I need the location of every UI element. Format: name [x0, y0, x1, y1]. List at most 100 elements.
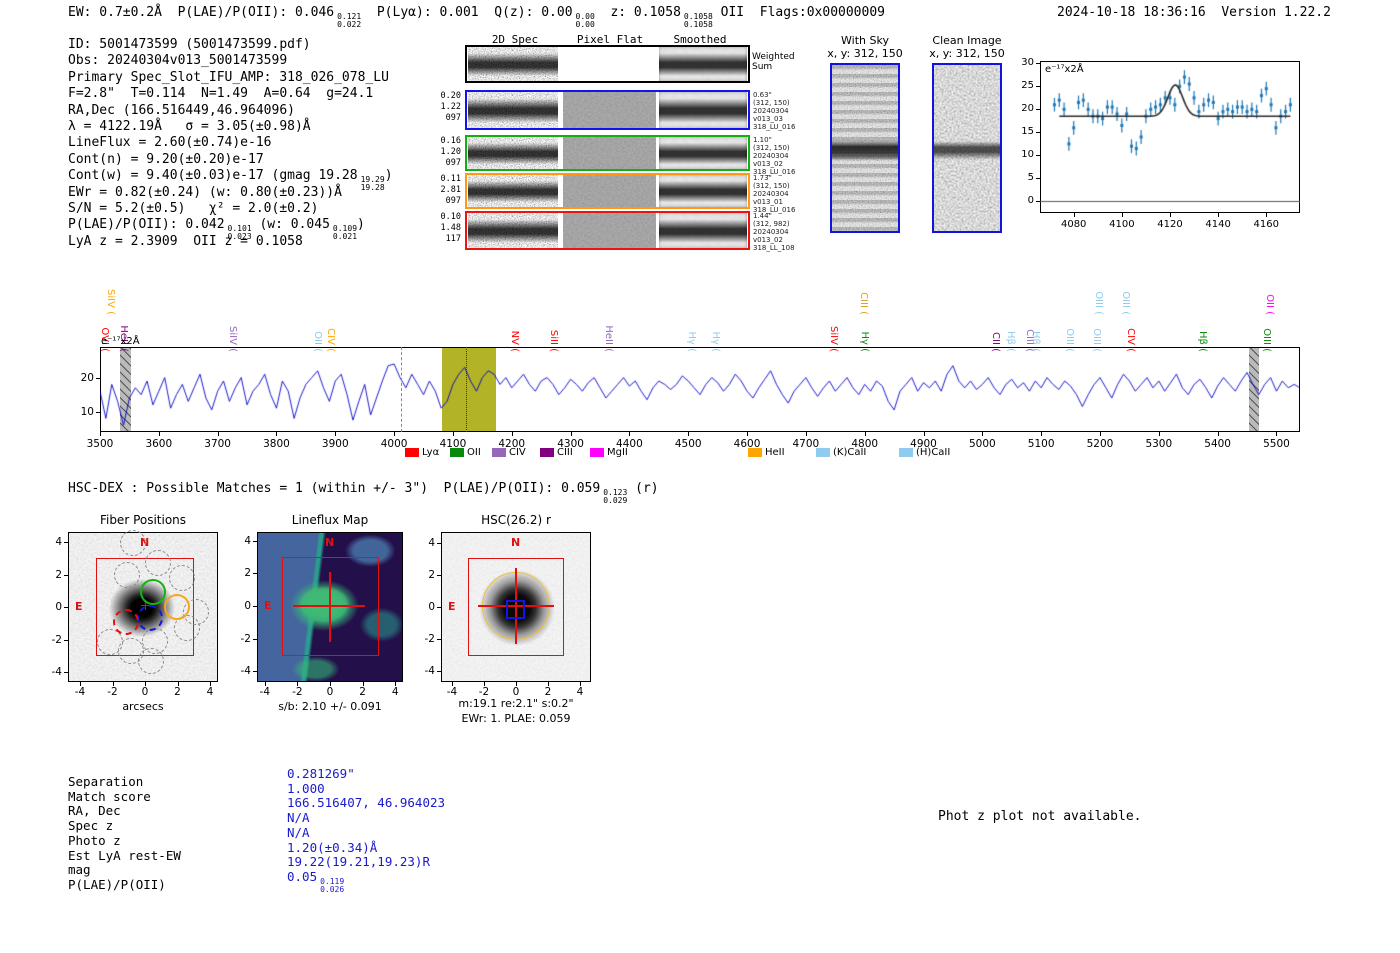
right-label-line: 20240304 — [753, 152, 789, 160]
spec2d-cell-raw — [468, 47, 558, 81]
y-tick-label: 0 — [55, 601, 62, 613]
text-segment: F=2.8" T=0.114 N=1.49 A=0.64 g=24.1 — [68, 86, 374, 102]
fiber-circle-gray — [114, 562, 140, 588]
spec2d-cell-smoothed — [659, 213, 747, 248]
lineflux-xlabel: s/b: 2.10 +/- 0.091 — [278, 700, 382, 713]
emission-line-label: CIV ( — [325, 328, 337, 352]
left-label-line: 1.22 — [440, 102, 461, 112]
match-table-value: N/A — [287, 810, 310, 825]
left-label-line: 0.20 — [440, 91, 461, 101]
stacked-fraction: 0.109 0.021 — [333, 225, 357, 241]
right-label-line: 20240304 — [753, 190, 789, 198]
info-line: S/N = 5.2(±0.5) χ² = 2.0(±0.2) — [68, 201, 318, 216]
dark-band-overlay — [659, 47, 747, 81]
x-tick-mark — [511, 432, 513, 436]
right-label-line: 318_LU_016 — [753, 123, 796, 131]
y-tick-label: 0 — [428, 601, 435, 613]
legend-label: CIV — [509, 447, 526, 458]
spec2d-cell-pixelflat — [563, 175, 656, 207]
text-segment: 0.05 — [287, 868, 318, 884]
x-tick-label: -4 — [74, 686, 86, 698]
text-segment: LineFlux = 2.60(±0.74)e-16 — [68, 135, 272, 151]
x-tick-label: 4 — [391, 686, 399, 698]
spec2d-cell-raw — [468, 175, 558, 207]
y-tick-mark — [253, 638, 257, 640]
y-tick-label: 0 — [1027, 195, 1034, 207]
legend-label: OII — [467, 447, 481, 458]
text-segment: EWr = 0.82(±0.24) (w: 0.80(±0.23))Å — [68, 184, 342, 200]
y-tick-label: 5 — [1027, 172, 1034, 184]
spec2d-row-right-label: 0.63" (312, 150) 20240304 v013_03 318_LU_016 — [753, 91, 795, 131]
y-tick-label: 30 — [1021, 57, 1034, 69]
spec2d-cell-smoothed — [659, 175, 747, 207]
x-tick-mark — [158, 432, 160, 436]
fiber-circle-gray — [145, 550, 171, 576]
y-tick-label: 15 — [1021, 126, 1034, 138]
left-label-line: 117 — [445, 234, 461, 244]
x-tick-mark — [570, 432, 572, 436]
y-tick-label: 4 — [244, 534, 251, 547]
clean-image-title: Clean Image — [932, 34, 1002, 47]
stacked-fraction: 0.121 0.022 — [337, 13, 361, 29]
y-tick-mark — [437, 575, 441, 576]
x-tick-label: 4140 — [1205, 219, 1231, 230]
x-tick-label: -2 — [292, 686, 303, 698]
inset-spectrum-canvas — [1040, 61, 1300, 213]
match-table-label: RA, Dec — [68, 803, 121, 819]
left-label-line: 1.48 — [440, 223, 461, 233]
x-tick-mark — [982, 432, 984, 436]
x-tick-label: 5500 — [1263, 438, 1290, 450]
info-line: λ = 4122.19Å σ = 3.05(±0.98)Å — [68, 119, 311, 134]
spec2d-row-left-label: 0.20 1.22 097 — [421, 91, 461, 124]
left-label-line: 097 — [445, 158, 461, 168]
legend-swatch — [816, 448, 830, 457]
text-segment: z: 0.1058 — [594, 5, 681, 20]
y-tick-label: -2 — [240, 632, 251, 645]
fraction-lower: 0.021 — [332, 232, 358, 242]
match-table-value: 19.22(19.21,19.23)R — [287, 854, 430, 869]
y-tick-mark — [64, 672, 68, 673]
with-sky-image — [830, 63, 900, 233]
y-tick-mark — [1036, 201, 1040, 203]
x-tick-mark — [335, 432, 337, 436]
right-label-line: v013_03 — [753, 115, 783, 123]
dark-band-overlay — [659, 137, 747, 169]
left-label-line: 097 — [445, 113, 461, 123]
compass-east: E — [264, 599, 272, 612]
right-label-line: v013_02 — [753, 236, 783, 244]
text-segment: EW: 0.7±0.2Å P(LAE)/P(OII): 0.046 — [68, 5, 335, 20]
fiber-xlabel: arcsecs — [122, 700, 164, 713]
x-tick-label: 5000 — [968, 438, 996, 450]
text-segment: Primary Spec_Slot_IFU_AMP: 318_026_078_L… — [68, 69, 389, 85]
fiber-circle-colored — [113, 609, 139, 635]
right-label-line: (312, 150) — [753, 99, 790, 107]
y-tick-mark — [96, 411, 100, 413]
text-segment: LyA z = 2.3909 OII z = 0.1058 — [68, 233, 303, 249]
compass-east: E — [75, 600, 83, 613]
legend-swatch — [492, 448, 506, 457]
x-tick-label: 4160 — [1253, 219, 1279, 230]
emission-line-label: OIII ( — [1064, 328, 1075, 352]
spec2d-cell-raw — [468, 137, 558, 169]
hsc-r-title: HSC(26.2) r — [481, 513, 551, 527]
crosshair-v — [329, 572, 331, 642]
x-tick-mark — [100, 432, 101, 436]
legend-label: (H)CaII — [916, 447, 951, 458]
elixer-report-page: EW: 0.7±0.2Å P(LAE)/P(OII): 0.046 0.121 0.… — [0, 0, 1400, 953]
timestamp-version: 2024-10-18 18:36:16 Version 1.22.2 — [1057, 5, 1331, 20]
y-tick-label: 4 — [428, 537, 435, 549]
left-label-line: 0.10 — [440, 212, 461, 222]
fraction-lower: 0.00 — [575, 20, 595, 29]
match-table-label: Spec z — [68, 818, 114, 834]
text-segment: ID: 5001473599 (5001473599.pdf) — [68, 37, 311, 52]
y-tick-mark — [253, 671, 257, 673]
emission-line-label: SiII ( — [548, 329, 560, 352]
y-tick-label: 10 — [1021, 149, 1034, 161]
stacked-fraction: 19.29 19.28 — [361, 176, 385, 192]
match-table-value: 0.05 0.119 0.026 — [287, 869, 344, 894]
text-segment: ) — [357, 217, 365, 233]
legend-label: CIII — [557, 447, 573, 458]
x-tick-label: 0 — [326, 686, 334, 698]
fraction-lower: 0.1058 — [683, 20, 713, 29]
x-tick-mark — [1073, 213, 1075, 217]
